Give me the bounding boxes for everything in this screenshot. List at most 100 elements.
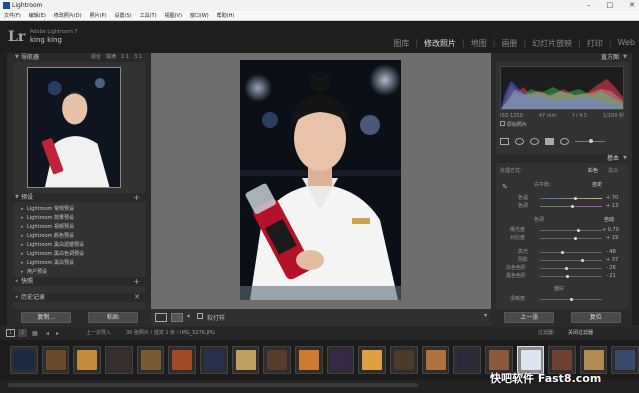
temp-slider[interactable] <box>540 197 602 200</box>
filmstrip-thumbnail[interactable] <box>326 346 355 374</box>
spot-removal-icon[interactable] <box>515 137 524 145</box>
navigator-header[interactable]: ▼ 导航器 适合 填满 1:1 3:1 <box>13 53 146 62</box>
blacks-value[interactable]: - 21 <box>606 272 616 280</box>
whites-knob[interactable] <box>564 267 568 270</box>
preset-folder[interactable]: Lightroom 视频预设 <box>13 223 146 232</box>
crop-tool-icon[interactable] <box>500 137 509 145</box>
copy-settings-button[interactable]: 复制... <box>21 311 72 323</box>
page-1-button[interactable]: 1 <box>6 329 15 337</box>
menu-view[interactable]: 视图(V) <box>165 11 182 20</box>
red-eye-icon[interactable] <box>530 137 539 145</box>
filmstrip-thumbnail[interactable] <box>611 346 639 374</box>
exposure-slider[interactable] <box>540 229 602 232</box>
exposure-knob[interactable] <box>576 229 580 232</box>
loupe-view-icon[interactable] <box>155 313 167 322</box>
blacks-knob[interactable] <box>565 275 569 278</box>
forward-arrow-icon[interactable]: ▸ <box>56 327 59 340</box>
softproof-checkbox[interactable] <box>197 313 203 319</box>
highlights-value[interactable]: - 48 <box>606 248 616 256</box>
histogram-header[interactable]: 直方图 ▼ <box>496 53 629 62</box>
highlights-knob[interactable] <box>560 251 564 254</box>
menu-photo[interactable]: 照片(P) <box>90 11 107 20</box>
filmstrip-thumbnail[interactable] <box>389 346 418 374</box>
tint-knob[interactable] <box>571 205 575 208</box>
filmstrip-thumbnail[interactable] <box>421 346 450 374</box>
menu-edit[interactable]: 编辑(E) <box>29 11 46 20</box>
shadows-value[interactable]: + 37 <box>606 256 618 264</box>
filter-select[interactable]: 关闭过滤器 <box>568 327 593 340</box>
auto-tone-button[interactable]: 自动 <box>604 216 614 224</box>
filmstrip-source[interactable]: 上一次导入 <box>86 327 111 340</box>
contrast-value[interactable]: + 19 <box>606 234 618 242</box>
filmstrip-thumbnail[interactable] <box>294 346 323 374</box>
contrast-slider[interactable] <box>540 237 602 240</box>
treatment-bw[interactable]: 黑白 <box>608 167 618 175</box>
shadows-slider[interactable] <box>540 259 602 262</box>
menu-file[interactable]: 文件(F) <box>4 11 21 20</box>
zoom-fit[interactable]: 适合 <box>91 53 101 62</box>
previous-button[interactable]: 上一张 <box>504 311 555 323</box>
contrast-knob[interactable] <box>574 237 578 240</box>
menu-window[interactable]: 窗口(W) <box>190 11 209 20</box>
history-header[interactable]: ◂ 历史记录 ✕ <box>13 293 146 302</box>
wb-eyedropper-icon[interactable]: ✎ <box>502 183 508 191</box>
main-photo[interactable] <box>240 60 401 300</box>
whites-slider[interactable] <box>540 267 602 270</box>
module-library[interactable]: 图库 <box>393 38 409 49</box>
filmstrip-thumbnail[interactable] <box>104 346 133 374</box>
clear-history-icon[interactable]: ✕ <box>134 293 140 302</box>
grid-view-icon[interactable]: ▦ <box>32 327 38 340</box>
filmstrip-thumbnail[interactable] <box>231 346 260 374</box>
module-print[interactable]: 打印 <box>587 38 603 49</box>
menu-tools[interactable]: 工具(T) <box>140 11 157 20</box>
preset-folder[interactable]: Lightroom 效果预设 <box>13 214 146 223</box>
exposure-value[interactable]: + 0.70 <box>602 226 619 234</box>
module-web[interactable]: Web <box>618 38 635 49</box>
clarity-knob[interactable] <box>569 298 573 301</box>
module-develop[interactable]: 修改照片 <box>424 38 456 49</box>
radial-filter-icon[interactable] <box>560 137 569 145</box>
module-book[interactable]: 画册 <box>501 38 517 49</box>
blacks-slider[interactable] <box>540 275 602 278</box>
zoom-1-1[interactable]: 1:1 <box>121 53 129 62</box>
menu-settings[interactable]: 设置(S) <box>115 11 132 20</box>
toolbar-menu-icon[interactable]: ▾ <box>484 312 487 319</box>
wb-value[interactable]: 自定 <box>592 181 602 189</box>
filmstrip-thumbnail[interactable] <box>41 346 70 374</box>
add-snapshot-icon[interactable]: + <box>133 277 140 286</box>
minimize-button[interactable]: – <box>587 0 591 11</box>
menu-help[interactable]: 帮助(H) <box>217 11 235 20</box>
brush-knob[interactable] <box>589 138 593 143</box>
clarity-slider[interactable] <box>540 298 602 301</box>
tint-value[interactable]: + 13 <box>606 202 618 210</box>
original-photo-toggle[interactable]: 原始照片 <box>500 121 527 129</box>
preset-folder[interactable]: Lightroom 黑白色调预设 <box>13 250 146 259</box>
shadows-knob[interactable] <box>580 259 584 262</box>
close-button[interactable]: ✕ <box>629 0 635 11</box>
filmstrip-thumbnail[interactable] <box>263 346 291 374</box>
original-photo-checkbox[interactable] <box>500 121 505 126</box>
add-preset-icon[interactable]: + <box>133 193 140 202</box>
dropdown-icon[interactable]: ▾ <box>187 313 190 320</box>
preset-folder[interactable]: Lightroom 黑白滤镜预设 <box>13 241 146 250</box>
menu-develop[interactable]: 修改照片(D) <box>54 11 82 20</box>
brush-slider[interactable] <box>575 138 605 143</box>
reset-button[interactable]: 复位 <box>570 311 621 323</box>
before-after-icon[interactable] <box>171 313 183 322</box>
snapshots-header[interactable]: ◂ 快照 + <box>13 277 146 286</box>
temp-knob[interactable] <box>574 197 578 200</box>
back-arrow-icon[interactable]: ◂ <box>46 327 49 340</box>
preset-folder[interactable]: Lightroom 常规预设 <box>13 205 146 214</box>
right-panel-collapse-strip[interactable] <box>632 53 639 326</box>
module-map[interactable]: 地图 <box>471 38 487 49</box>
scroll-thumb[interactable] <box>8 383 418 387</box>
temp-value[interactable]: + 70 <box>606 194 618 202</box>
filmstrip-thumbnail[interactable] <box>358 346 386 374</box>
graduated-filter-icon[interactable] <box>545 137 554 145</box>
preset-folder[interactable]: Lightroom 黑白预设 <box>13 259 146 268</box>
highlights-slider[interactable] <box>540 251 602 254</box>
presets-header[interactable]: ▼ 预设 + <box>13 193 146 202</box>
page-2-button[interactable]: 2 <box>18 329 27 337</box>
treatment-color[interactable]: 彩色 <box>588 167 598 175</box>
filmstrip-thumbnail[interactable] <box>453 346 481 374</box>
